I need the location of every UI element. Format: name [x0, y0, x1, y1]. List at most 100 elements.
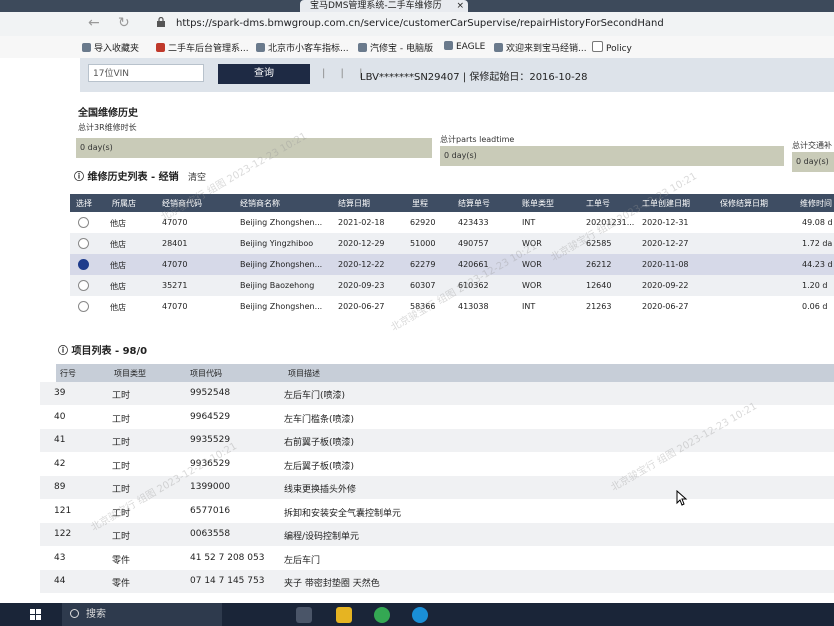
- table-cell: Beijing Zhongshen...: [240, 218, 323, 227]
- table-cell: 62920: [410, 218, 436, 227]
- table-row[interactable]: 他店 47070 Beijing Zhongshen... 2020-06-27 583…: [70, 296, 834, 317]
- table-cell: 工时: [112, 508, 131, 519]
- url-field[interactable]: https://spark-dms.bmwgroup.com.cn/servic…: [176, 16, 834, 32]
- table-cell: 47070: [162, 302, 188, 311]
- edge-icon[interactable]: [412, 607, 428, 623]
- reload-icon[interactable]: ↻: [118, 15, 130, 31]
- table-cell: 62585: [586, 239, 612, 248]
- col-header[interactable]: 项目代码: [190, 368, 222, 379]
- list-item[interactable]: 39 工时 9952548 左后车门(喷漆): [40, 382, 834, 405]
- bookmark-item[interactable]: 二手车后台管理系...: [156, 41, 249, 54]
- info-icon: ⓘ: [58, 346, 72, 357]
- list-item[interactable]: 40 工时 9964529 左车门槛条(喷漆): [40, 406, 834, 429]
- col-header[interactable]: 工单创建日期: [642, 198, 690, 209]
- taskbar-search[interactable]: 搜索: [62, 603, 222, 626]
- table-cell: 2021-02-18: [338, 218, 385, 227]
- list-item[interactable]: 89 工时 1399000 线束更换插头外修: [40, 476, 834, 499]
- windows-start-icon[interactable]: [30, 609, 42, 621]
- table-cell: 490757: [458, 239, 489, 248]
- list-item[interactable]: 122 工时 0063558 编程/设码控制单元: [40, 523, 834, 546]
- row-select-radio[interactable]: [78, 259, 89, 270]
- table-row[interactable]: 他店 47070 Beijing Zhongshen... 2021-02-18 629…: [70, 212, 834, 233]
- row-select-radio[interactable]: [78, 217, 89, 228]
- chrome-icon[interactable]: [374, 607, 390, 623]
- col-header[interactable]: 保修结算日期: [720, 198, 768, 209]
- vin-input[interactable]: 17位VIN: [88, 64, 204, 82]
- bookmark-item[interactable]: 北京市小客车指标...: [256, 41, 349, 54]
- col-header[interactable]: 行号: [60, 368, 76, 379]
- table-cell: 左后车门(喷漆): [284, 391, 346, 401]
- query-button[interactable]: 查询: [218, 64, 310, 84]
- browser-tab[interactable]: 宝马DMS管理系统-二手车维修历 ×: [300, 0, 468, 12]
- col-header[interactable]: 里程: [412, 198, 428, 209]
- table-cell: 49.08 d: [802, 218, 833, 227]
- table-cell: 423433: [458, 218, 489, 227]
- table-cell: 26212: [586, 260, 612, 269]
- table-row[interactable]: 他店 35271 Beijing Baozehong 2020-09-23 60307 6…: [70, 275, 834, 296]
- bookmark-icon: [444, 41, 453, 50]
- col-header[interactable]: 经销商名称: [240, 198, 280, 209]
- bookmark-icon: [256, 43, 265, 52]
- col-header[interactable]: 结算单号: [458, 198, 490, 209]
- col-header[interactable]: 维修时间: [800, 198, 832, 209]
- list-item[interactable]: 44 零件 07 14 7 145 753 夹子 带密封垫圈 天然色: [40, 570, 834, 593]
- list-item[interactable]: 43 零件 41 52 7 208 053 左后车门: [40, 547, 834, 570]
- table-row[interactable]: 他店 28401 Beijing Yingzhiboo 2020-12-29 51000…: [70, 233, 834, 254]
- bookmark-item[interactable]: 汽修宝 - 电脑版: [358, 41, 433, 54]
- list-item[interactable]: 42 工时 9936529 左后翼子板(喷漆): [40, 453, 834, 476]
- back-icon[interactable]: ←: [88, 15, 100, 31]
- table-cell: 拆卸和安装安全气囊控制单元: [284, 508, 402, 519]
- table-cell: 9935529: [190, 435, 231, 445]
- table-cell: 编程/设码控制单元: [284, 532, 360, 542]
- col-header[interactable]: 结算日期: [338, 198, 370, 209]
- tab-title: 宝马DMS管理系统-二手车维修历: [310, 1, 442, 11]
- table-cell: 2020-12-29: [338, 239, 385, 248]
- table-cell: 60307: [410, 281, 436, 290]
- table-cell: 44.23 d: [802, 260, 833, 269]
- col-header[interactable]: 项目描述: [288, 368, 320, 379]
- table-cell: 零件: [112, 555, 131, 566]
- row-select-radio[interactable]: [78, 238, 89, 249]
- col-header[interactable]: 工单号: [586, 198, 610, 209]
- list-item[interactable]: 121 工时 6577016 拆卸和安装安全气囊控制单元: [40, 500, 834, 523]
- bookmark-item[interactable]: Policy: [592, 41, 632, 54]
- col-header[interactable]: 项目类型: [114, 368, 146, 379]
- table-cell: 左后翼子板(喷漆): [284, 461, 355, 472]
- table-row[interactable]: 他店 47070 Beijing Zhongshen... 2020-12-22 622…: [70, 254, 834, 275]
- table-cell: 40: [54, 411, 66, 422]
- table-cell: 零件: [112, 579, 131, 589]
- section-title: 全国维修历史: [78, 108, 138, 119]
- table-cell: WOR: [522, 281, 542, 290]
- table-cell: 42: [54, 458, 66, 469]
- history-header: 选择 所属店 经销商代码 经销商名称 结算日期 里程 结算单号 账单类型 工单号…: [70, 194, 834, 212]
- clear-link[interactable]: 清空: [188, 170, 206, 183]
- table-cell: 07 14 7 145 753: [190, 576, 265, 586]
- table-cell: 6577016: [190, 505, 231, 516]
- row-select-radio[interactable]: [78, 280, 89, 291]
- col-header[interactable]: 选择: [76, 198, 92, 209]
- list-item[interactable]: 41 工时 9935529 右前翼子板(喷漆): [40, 429, 834, 452]
- bookmark-item[interactable]: 欢迎来到宝马经销...: [494, 41, 587, 54]
- col-header[interactable]: 账单类型: [522, 198, 554, 209]
- table-cell: 44: [54, 576, 66, 586]
- bookmark-item[interactable]: EAGLE: [444, 41, 485, 52]
- col-header[interactable]: 经销商代码: [162, 198, 202, 209]
- page-content: 17位VIN 查询 | | | LBV*******SN29407 | 保修起始…: [0, 58, 834, 603]
- table-cell: 0.06 d: [802, 302, 828, 311]
- table-cell: 2020-12-22: [338, 260, 385, 269]
- table-cell: 47070: [162, 260, 188, 269]
- table-cell: 工时: [112, 438, 131, 448]
- bookmark-item[interactable]: 导入收藏夹: [82, 41, 139, 54]
- row-select-radio[interactable]: [78, 301, 89, 312]
- table-cell: 35271: [162, 281, 188, 290]
- table-cell: Beijing Baozehong: [240, 281, 315, 290]
- file-explorer-icon[interactable]: [336, 607, 352, 623]
- table-cell: 2020-12-27: [642, 239, 689, 248]
- tab-close-icon[interactable]: ×: [456, 0, 464, 12]
- col-header[interactable]: 所属店: [112, 198, 136, 209]
- task-view-icon[interactable]: [296, 607, 312, 623]
- lock-icon: [157, 17, 165, 27]
- table-cell: 线束更换插头外修: [284, 485, 357, 495]
- table-cell: 2020-09-23: [338, 281, 385, 290]
- table-cell: 他店: [110, 261, 126, 270]
